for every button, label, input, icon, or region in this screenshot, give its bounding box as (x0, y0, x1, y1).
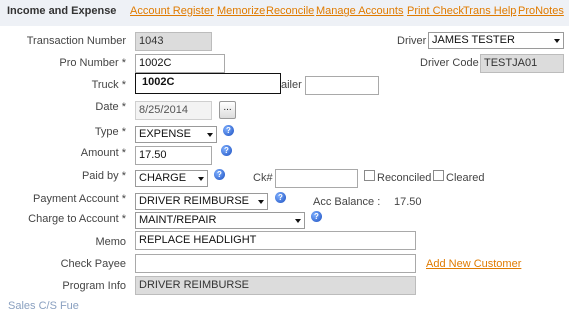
amount-help-icon[interactable]: ? (221, 145, 232, 156)
paid-by-select-value: CHARGE (139, 172, 187, 184)
type-select[interactable]: EXPENSE (135, 126, 217, 143)
check-number-input[interactable] (275, 169, 358, 188)
chevron-down-icon (258, 200, 264, 204)
driver-code-field: TESTJA01 (480, 54, 564, 73)
nav-memorize-link[interactable]: Memorize (217, 5, 265, 17)
chevron-down-icon (554, 39, 560, 43)
add-new-customer-link[interactable]: Add New Customer (426, 258, 521, 270)
driver-code-label: Driver Code (420, 57, 479, 69)
nav-reconcile-link[interactable]: Reconcile (266, 5, 314, 17)
type-label: Type * (94, 126, 126, 138)
paid-by-help-icon[interactable]: ? (214, 169, 225, 180)
chevron-down-icon (198, 177, 204, 181)
truck-autocomplete[interactable]: 1002C (135, 73, 281, 94)
pro-number-label: Pro Number * (59, 57, 126, 69)
type-select-value: EXPENSE (139, 128, 191, 140)
charge-account-help-icon[interactable]: ? (311, 211, 322, 222)
date-picker-button[interactable]: ... (219, 101, 236, 119)
transaction-number-label: Transaction Number (26, 35, 126, 47)
chevron-down-icon (207, 133, 213, 137)
check-payee-input[interactable] (135, 254, 416, 273)
nav-pronotes-link[interactable]: ProNotes (518, 5, 564, 17)
cleared-label: Cleared (446, 172, 485, 184)
transaction-number-field: 1043 (135, 32, 212, 51)
check-number-label: Ck# (253, 172, 273, 184)
nav-print-check-link[interactable]: Print Check (407, 5, 464, 17)
acc-balance-label: Acc Balance : (313, 196, 381, 208)
amount-input[interactable]: 17.50 (135, 146, 212, 165)
driver-label: Driver (397, 35, 427, 47)
program-info-label: Program Info (62, 280, 126, 292)
payment-account-label: Payment Account * (33, 193, 126, 205)
payment-account-select-value: DRIVER REIMBURSE (139, 195, 250, 207)
date-label: Date * (95, 101, 126, 113)
chevron-down-icon (295, 219, 301, 223)
pro-number-input[interactable]: 1002C (135, 54, 225, 73)
reconciled-label: Reconciled (377, 172, 432, 184)
reconciled-checkbox[interactable] (364, 170, 375, 181)
page-title: Income and Expense (7, 5, 117, 17)
charge-account-select[interactable]: MAINT/REPAIR (135, 212, 305, 229)
check-payee-label: Check Payee (60, 258, 126, 270)
payment-account-select[interactable]: DRIVER REIMBURSE (135, 193, 268, 210)
driver-select-value: JAMES TESTER (432, 34, 515, 46)
program-info-field: DRIVER REIMBURSE (135, 276, 416, 295)
truck-label: Truck * (91, 79, 126, 91)
amount-label: Amount * (80, 147, 126, 159)
charge-account-select-value: MAINT/REPAIR (139, 214, 217, 226)
type-help-icon[interactable]: ? (223, 125, 234, 136)
cleared-checkbox[interactable] (433, 170, 444, 181)
paid-by-label: Paid by * (81, 170, 126, 182)
acc-balance-value: 17.50 (394, 196, 422, 208)
driver-select[interactable]: JAMES TESTER (428, 32, 564, 49)
memo-label: Memo (95, 236, 126, 248)
nav-account-register-link[interactable]: Account Register (130, 5, 214, 17)
trailer-input[interactable] (305, 76, 379, 95)
trailer-label: ailer (281, 79, 302, 91)
nav-trans-help-link[interactable]: Trans Help (463, 5, 516, 17)
charge-account-label: Charge to Account * (28, 213, 126, 225)
date-input[interactable]: 8/25/2014 (135, 101, 212, 120)
memo-input[interactable]: REPLACE HEADLIGHT (135, 231, 416, 250)
footer-partial-text: Sales C/S Fue (8, 300, 79, 312)
paid-by-select[interactable]: CHARGE (135, 170, 208, 187)
payment-account-help-icon[interactable]: ? (275, 192, 286, 203)
nav-manage-accounts-link[interactable]: Manage Accounts (316, 5, 403, 17)
